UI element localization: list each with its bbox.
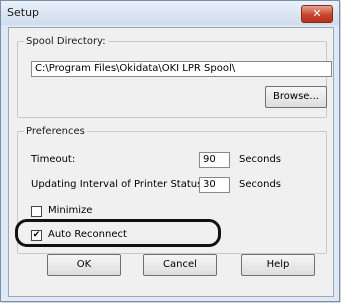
timeout-input[interactable]: 90 xyxy=(199,152,230,168)
window-title: Setup xyxy=(7,6,40,19)
preferences-label: Preferences xyxy=(26,126,85,137)
interval-unit: Seconds xyxy=(239,179,282,190)
spool-directory-label: Spool Directory: xyxy=(26,36,106,47)
ok-button[interactable]: OK xyxy=(47,254,121,276)
setup-dialog: Setup ✕ Spool Directory: C:\Program File… xyxy=(0,0,340,302)
timeout-unit: Seconds xyxy=(239,154,282,165)
help-button[interactable]: Help xyxy=(241,254,315,276)
minimize-label: Minimize xyxy=(48,205,93,216)
cancel-button[interactable]: Cancel xyxy=(143,254,217,276)
close-icon: ✕ xyxy=(312,7,322,20)
minimize-checkbox[interactable] xyxy=(31,206,42,217)
dialog-body: Spool Directory: C:\Program Files\Okidat… xyxy=(8,27,334,297)
highlight-ellipse xyxy=(15,219,221,247)
interval-input[interactable]: 30 xyxy=(199,177,230,193)
timeout-label: Timeout: xyxy=(31,154,76,165)
interval-label: Updating Interval of Printer Status: xyxy=(31,179,206,190)
title-bar[interactable]: Setup ✕ xyxy=(1,1,339,25)
spool-path-input[interactable]: C:\Program Files\Okidata\OKI LPR Spool\ xyxy=(31,61,332,77)
close-button[interactable]: ✕ xyxy=(301,5,333,23)
browse-button[interactable]: Browse... xyxy=(265,86,327,108)
